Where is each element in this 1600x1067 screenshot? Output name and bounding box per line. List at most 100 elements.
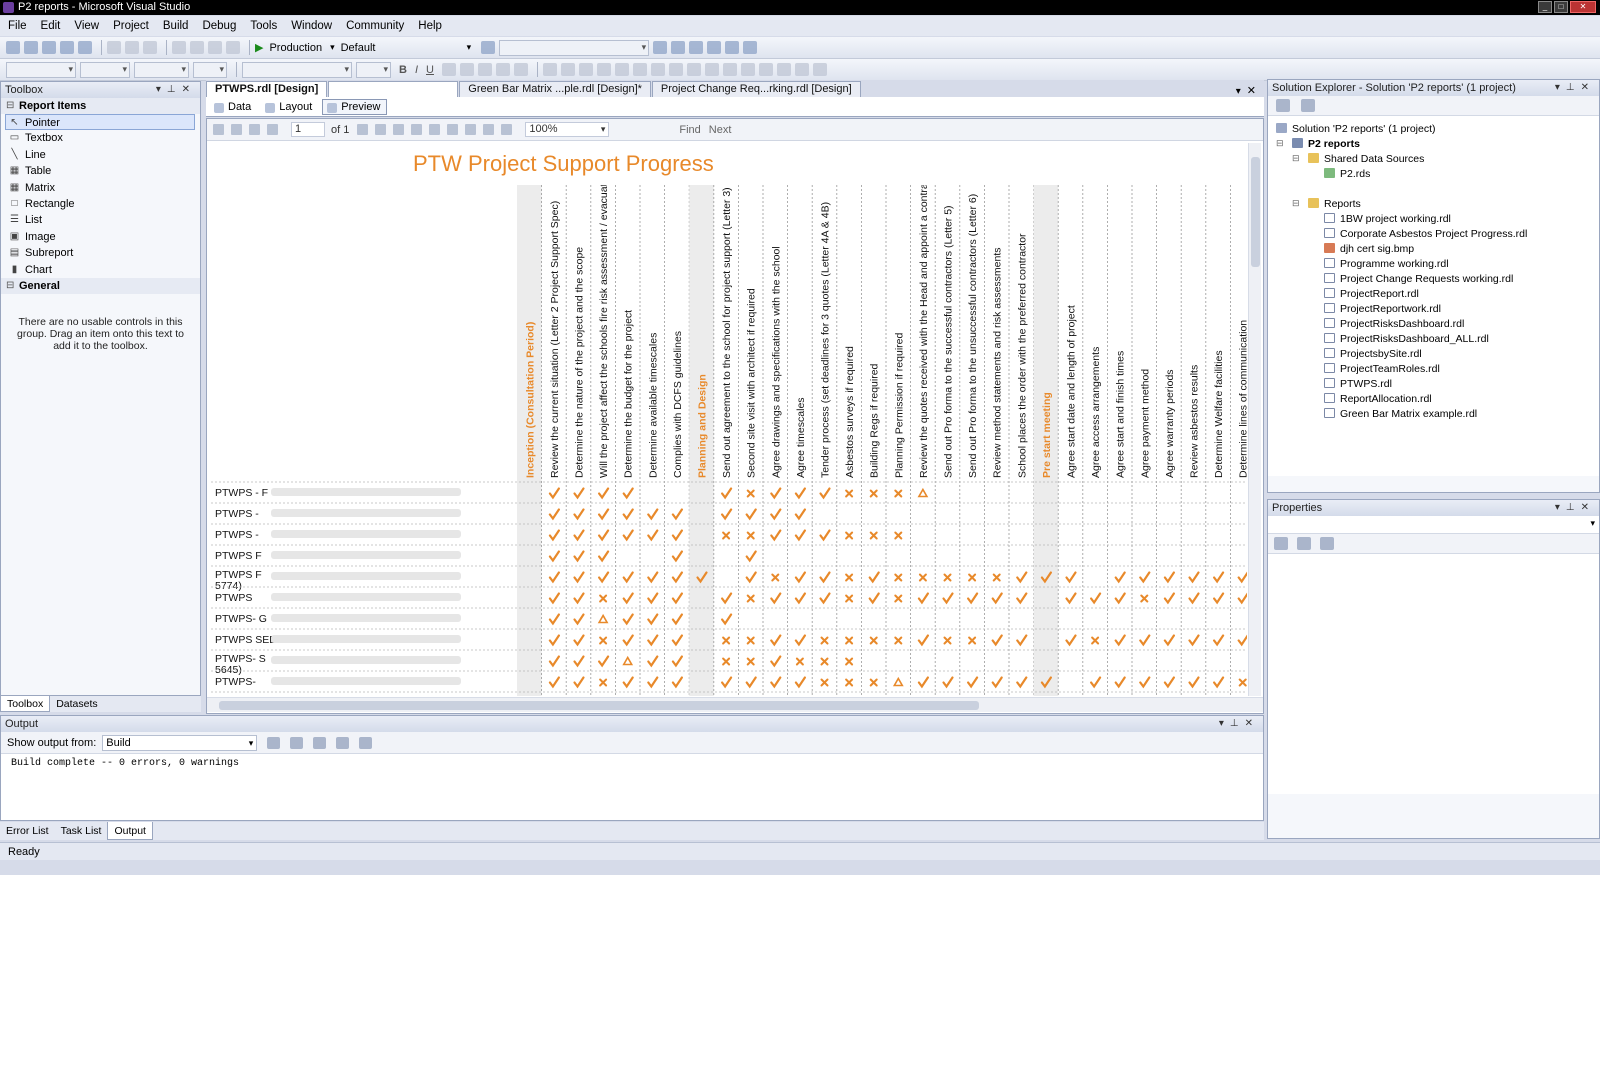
report-file-node[interactable]: ProjectReportwork.rdl <box>1324 302 1441 316</box>
tab-toolbox[interactable]: Toolbox <box>0 696 51 712</box>
add-item-icon[interactable] <box>24 41 38 54</box>
report-file-node[interactable]: ProjectRisksDashboard.rdl <box>1324 317 1464 331</box>
solution-platform-combo[interactable]: Default <box>341 42 459 54</box>
reports-folder[interactable]: Reports <box>1308 197 1361 211</box>
toolbox-item-pointer[interactable]: ↖ Pointer <box>5 114 195 131</box>
expand-toggle-icon[interactable]: ⊟ <box>1292 198 1300 209</box>
parameters-icon[interactable] <box>231 124 242 135</box>
pin-icon[interactable]: ⊥ <box>1566 82 1581 93</box>
save-all-icon[interactable] <box>78 41 92 54</box>
doc-tab-ptwps[interactable]: PTWPS.rdl [Design] <box>206 81 328 97</box>
menu-debug[interactable]: Debug <box>202 20 236 32</box>
paste-icon[interactable] <box>143 41 157 54</box>
close-icon[interactable]: ✕ <box>1245 718 1259 729</box>
print-icon[interactable] <box>447 124 459 135</box>
center-horizontally-icon[interactable] <box>740 63 755 76</box>
next-link[interactable]: Next <box>709 124 732 136</box>
pin-icon[interactable]: ⊥ <box>1230 718 1245 729</box>
toolbox-item-line[interactable]: ╲ Line <box>1 147 200 163</box>
report-file-node[interactable]: PTWPS.rdl <box>1324 377 1392 391</box>
font-color-icon[interactable] <box>441 63 456 76</box>
border-combo[interactable] <box>193 61 227 78</box>
categorized-icon[interactable] <box>1274 537 1288 550</box>
cut-icon[interactable] <box>107 41 121 54</box>
toolbox-item-chart[interactable]: ▮ Chart <box>1 262 200 278</box>
first-page-icon[interactable] <box>249 124 260 135</box>
properties-window-icon[interactable] <box>671 41 686 54</box>
textbox-size-combo[interactable] <box>356 61 391 78</box>
horizontal-scrollbar[interactable] <box>207 697 1263 712</box>
tab-datasets[interactable]: Datasets <box>50 696 103 712</box>
next-page-icon[interactable] <box>357 124 369 135</box>
menu-window[interactable]: Window <box>291 20 332 32</box>
dropdown-icon[interactable]: ▾ <box>1555 82 1566 93</box>
find-message-icon[interactable] <box>267 736 281 749</box>
menu-edit[interactable]: Edit <box>41 20 61 32</box>
toolbox-item-textbox[interactable]: ▭ Textbox <box>1 130 200 146</box>
data-source-node[interactable]: P2.rds <box>1324 167 1370 181</box>
menu-community[interactable]: Community <box>346 20 404 32</box>
refresh-icon[interactable] <box>429 124 441 135</box>
pin-icon[interactable]: ⊥ <box>167 84 182 95</box>
find-combo[interactable] <box>499 39 650 56</box>
property-pages-icon[interactable] <box>1320 537 1335 550</box>
textbox-style-combo[interactable] <box>242 61 352 78</box>
output-source-select[interactable]: Build <box>102 734 258 751</box>
align-lefts-icon[interactable] <box>542 63 557 76</box>
horizontal-spacing-icon[interactable] <box>704 63 719 76</box>
dropdown-icon[interactable]: ▾ <box>1555 502 1566 513</box>
object-browser-icon[interactable] <box>689 41 704 54</box>
send-to-back-icon[interactable] <box>794 63 809 76</box>
open-file-icon[interactable] <box>42 41 56 54</box>
dropdown-icon[interactable]: ▾ <box>156 84 167 95</box>
center-vertically-icon[interactable] <box>758 63 773 76</box>
document-map-icon[interactable] <box>213 124 224 135</box>
back-icon[interactable] <box>393 124 405 135</box>
start-page-icon[interactable] <box>725 41 740 54</box>
toolbox-item-subreport[interactable]: ▤ Subreport <box>1 245 200 261</box>
zoom-select[interactable]: 100% <box>525 122 610 137</box>
report-file-node[interactable]: ProjectReport.rdl <box>1324 287 1419 301</box>
toolbox-icon[interactable] <box>707 41 722 54</box>
align-centers-icon[interactable] <box>560 63 575 76</box>
project-node[interactable]: P2 reports <box>1292 137 1360 151</box>
minimize-button[interactable]: _ <box>1538 1 1552 13</box>
command-window-icon[interactable] <box>743 41 758 54</box>
tab-preview[interactable]: Preview <box>322 98 388 115</box>
bring-to-front-icon[interactable] <box>776 63 791 76</box>
solution-explorer-icon[interactable] <box>653 41 668 54</box>
properties-object-select[interactable] <box>1268 516 1599 534</box>
report-file-node[interactable]: ProjectRisksDashboard_ALL.rdl <box>1324 332 1489 346</box>
clear-all-icon[interactable] <box>336 736 350 749</box>
stop-icon[interactable] <box>411 124 423 135</box>
export-icon[interactable] <box>501 124 513 135</box>
font-combo[interactable] <box>80 61 130 78</box>
report-file-node[interactable]: Project Change Requests working.rdl <box>1324 272 1513 286</box>
align-tops-icon[interactable] <box>596 63 611 76</box>
report-file-node[interactable]: ProjectsbySite.rdl <box>1324 347 1422 361</box>
tab-layout[interactable]: Layout <box>261 100 318 114</box>
align-right-icon[interactable] <box>513 63 528 76</box>
menu-view[interactable]: View <box>74 20 99 32</box>
make-same-height-icon[interactable] <box>668 63 683 76</box>
report-file-node[interactable]: ReportAllocation.rdl <box>1324 392 1432 406</box>
toolbox-item-image[interactable]: ▣ Image <box>1 229 200 245</box>
vertical-scrollbar[interactable] <box>1248 143 1261 696</box>
show-all-files-icon[interactable] <box>1301 99 1316 112</box>
pin-icon[interactable]: ⊥ <box>1566 502 1581 513</box>
make-same-size-icon[interactable] <box>686 63 701 76</box>
tab-error-list[interactable]: Error List <box>0 822 55 840</box>
solution-node[interactable]: Solution 'P2 reports' (1 project) <box>1276 122 1436 136</box>
menu-build[interactable]: Build <box>163 20 189 32</box>
tab-task-list[interactable]: Task List <box>55 822 108 840</box>
copy-icon[interactable] <box>125 41 139 54</box>
background-color-icon[interactable] <box>459 63 474 76</box>
menu-tools[interactable]: Tools <box>250 20 277 32</box>
report-file-node[interactable]: 1BW project working.rdl <box>1324 212 1451 226</box>
doc-tab-green-bar-matrix[interactable]: Green Bar Matrix ...ple.rdl [Design]* <box>459 81 651 97</box>
doc-list-dropdown-icon[interactable]: ▾ <box>1236 86 1241 97</box>
align-center-icon[interactable] <box>495 63 510 76</box>
solution-config-combo[interactable]: Production <box>269 42 322 54</box>
report-items-group[interactable]: Report Items <box>1 98 200 114</box>
next-message-icon[interactable] <box>313 736 327 749</box>
